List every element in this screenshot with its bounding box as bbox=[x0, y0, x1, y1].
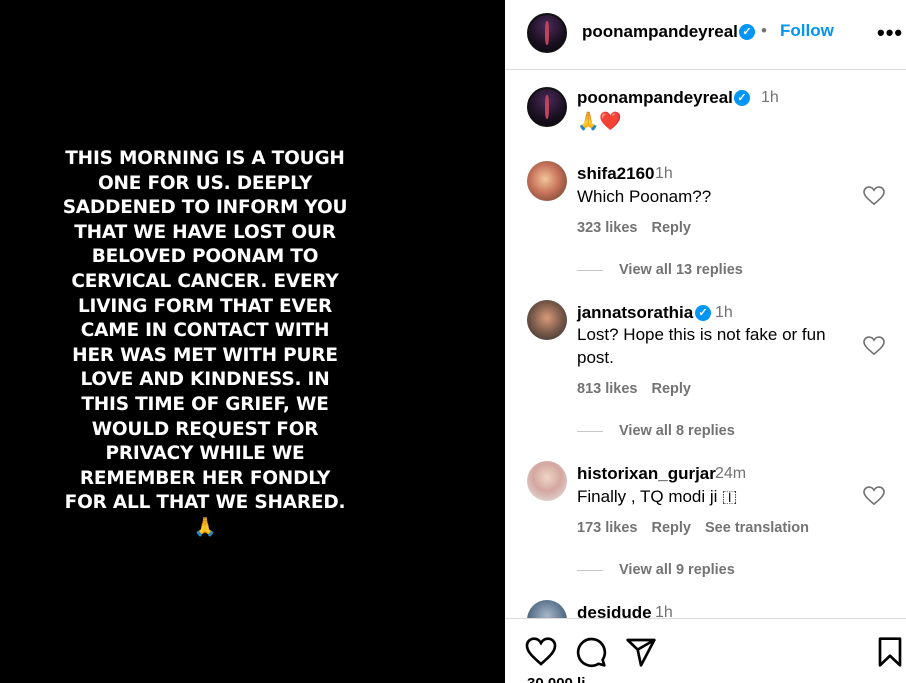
post-media[interactable]: THIS MORNING IS A TOUGH ONE FOR US. DEEP… bbox=[0, 0, 505, 683]
comment-meta: 323 likes Reply bbox=[577, 220, 705, 236]
reply-button[interactable]: Reply bbox=[651, 220, 691, 236]
save-bookmark-icon[interactable] bbox=[874, 636, 906, 668]
reply-button[interactable]: Reply bbox=[651, 381, 691, 397]
caption-time: 1h bbox=[761, 89, 779, 106]
comment-username[interactable]: historixan_gurjar bbox=[577, 464, 716, 484]
more-options-icon[interactable]: ••• bbox=[877, 20, 903, 46]
see-translation-button[interactable]: See translation bbox=[705, 520, 809, 536]
share-send-icon[interactable] bbox=[625, 636, 657, 668]
view-replies-button[interactable]: View all 13 replies bbox=[577, 262, 743, 278]
verified-badge-icon: ✓ bbox=[734, 90, 750, 106]
post-likes-count[interactable]: 30,000 li bbox=[527, 675, 585, 683]
like-comment-heart-icon[interactable] bbox=[863, 186, 885, 206]
comment-text: Lost? Hope this is not fake or fun post. bbox=[577, 325, 826, 367]
comment-bubble-icon[interactable] bbox=[575, 636, 607, 668]
media-caption-text: THIS MORNING IS A TOUGH ONE FOR US. DEEP… bbox=[62, 148, 348, 538]
follow-button[interactable]: Follow bbox=[780, 21, 834, 41]
caption-text: 🙏❤️ bbox=[577, 111, 622, 131]
commenter-avatar[interactable] bbox=[527, 300, 567, 340]
comment-time: 1h bbox=[655, 165, 673, 182]
like-comment-heart-icon[interactable] bbox=[863, 336, 885, 356]
comment-meta: 173 likes Reply See translation bbox=[577, 520, 823, 536]
author-username[interactable]: poonampandeyreal bbox=[582, 22, 738, 42]
caption-author-avatar[interactable] bbox=[527, 87, 567, 127]
reply-button[interactable]: Reply bbox=[651, 520, 691, 536]
verified-badge-icon: ✓ bbox=[695, 305, 711, 321]
post-side-panel: poonampandeyreal ✓ • Follow ••• poonampa… bbox=[505, 0, 906, 683]
comment-text: Which Poonam?? bbox=[577, 187, 712, 206]
comment-likes[interactable]: 323 likes bbox=[577, 220, 637, 236]
comment-text: Finally , TQ modi ji 🇮 bbox=[577, 487, 738, 506]
comment-time: 1h bbox=[715, 304, 733, 321]
separator-dot: • bbox=[761, 21, 767, 40]
comment-likes[interactable]: 173 likes bbox=[577, 520, 637, 536]
view-replies-button[interactable]: View all 8 replies bbox=[577, 423, 735, 439]
comment-username[interactable]: jannatsorathia bbox=[577, 303, 693, 323]
post-action-bar bbox=[505, 618, 906, 683]
comment-likes[interactable]: 813 likes bbox=[577, 381, 637, 397]
author-avatar[interactable] bbox=[527, 13, 567, 53]
commenter-avatar[interactable] bbox=[527, 161, 567, 201]
caption-author-username[interactable]: poonampandeyreal bbox=[577, 88, 733, 108]
view-replies-button[interactable]: View all 9 replies bbox=[577, 562, 735, 578]
like-comment-heart-icon[interactable] bbox=[863, 486, 885, 506]
comment-time: 24m bbox=[715, 465, 747, 482]
comment-username[interactable]: shifa2160 bbox=[577, 164, 655, 184]
post-header: poonampandeyreal ✓ • Follow ••• bbox=[505, 0, 906, 70]
like-heart-icon[interactable] bbox=[525, 636, 557, 668]
comment-meta: 813 likes Reply bbox=[577, 381, 705, 397]
verified-badge-icon: ✓ bbox=[739, 24, 755, 40]
commenter-avatar[interactable] bbox=[527, 461, 567, 501]
